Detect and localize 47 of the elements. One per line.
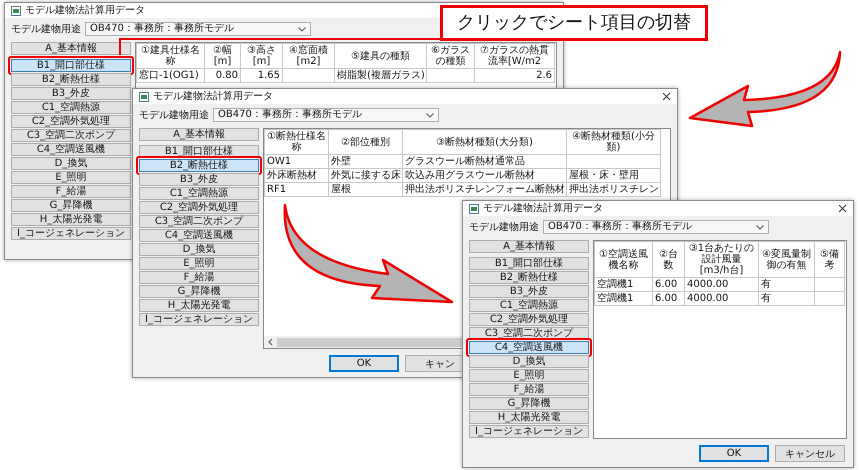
- column-header: ⑥ガラスの種類: [426, 44, 474, 68]
- field-label: モデル建物用途: [469, 220, 539, 234]
- column-header: ⑤建具の種類: [334, 44, 426, 68]
- column-header: ④窓面積[m2]: [282, 44, 334, 68]
- table-cell: 外気に接する床: [328, 168, 402, 182]
- table-cell: 6.00: [652, 292, 684, 306]
- field-label: モデル建物用途: [139, 108, 209, 122]
- table-cell: 押出法ポリスチレン: [566, 182, 660, 196]
- column-header: ④変風量制御の有無: [758, 242, 814, 278]
- column-header: ②部位種別: [328, 130, 402, 154]
- table-cell: 2.6: [474, 68, 554, 82]
- table-cell: 吹込み用グラスウール断熱材: [402, 168, 566, 182]
- window-title: モデル建物法計算用データ: [25, 4, 145, 16]
- field-label: モデル建物用途: [11, 22, 81, 36]
- column-header: ③1台あたりの設計風量[m3/h台]: [684, 242, 758, 278]
- table-cell: グラスウール断熱材通常品: [402, 154, 566, 168]
- column-header: ①建具仕様名称: [136, 44, 204, 68]
- column-header: ④断熱材種類(小分類): [566, 130, 660, 154]
- table-cell: 窓口-1(OG1): [136, 68, 204, 82]
- column-header: ②幅[m]: [204, 44, 240, 68]
- window-title: モデル建物法計算用データ: [153, 90, 273, 102]
- column-header: ③断熱材種類(大分類): [402, 130, 566, 154]
- callout-label: クリックでシート項目の切替: [440, 5, 708, 41]
- column-header: ⑤備考: [814, 242, 844, 278]
- column-header: ②台数: [652, 242, 684, 278]
- table-cell: 屋根・床・壁用: [566, 168, 660, 182]
- column-header: ①空調送風機名称: [594, 242, 652, 278]
- table-cell: 有: [758, 278, 814, 292]
- table-cell: 4000.00: [684, 292, 758, 306]
- column-header: ③高さ[m]: [240, 44, 282, 68]
- window-title: モデル建物法計算用データ: [483, 202, 603, 214]
- table-cell: OW1: [264, 154, 328, 168]
- table-cell: 外壁: [328, 154, 402, 168]
- table-cell: 屋根: [328, 182, 402, 196]
- table-cell: 空調機1: [594, 278, 652, 292]
- table-cell: 押出法ポリスチレンフォーム断熱材: [402, 182, 566, 196]
- table-cell: 樹脂製(複層ガラス): [334, 68, 426, 82]
- column-header: ⑦ガラスの熱貫流率[W/m2: [474, 44, 554, 68]
- table-cell: 1.65: [240, 68, 282, 82]
- table-cell: 空調機1: [594, 292, 652, 306]
- table-cell: 4000.00: [684, 278, 758, 292]
- table-cell: 0.80: [204, 68, 240, 82]
- table-cell: RF1: [264, 182, 328, 196]
- column-header: ①断熱仕様名称: [264, 130, 328, 154]
- table-cell: 外床断熱材: [264, 168, 328, 182]
- table-cell: 有: [758, 292, 814, 306]
- table-cell: 6.00: [652, 278, 684, 292]
